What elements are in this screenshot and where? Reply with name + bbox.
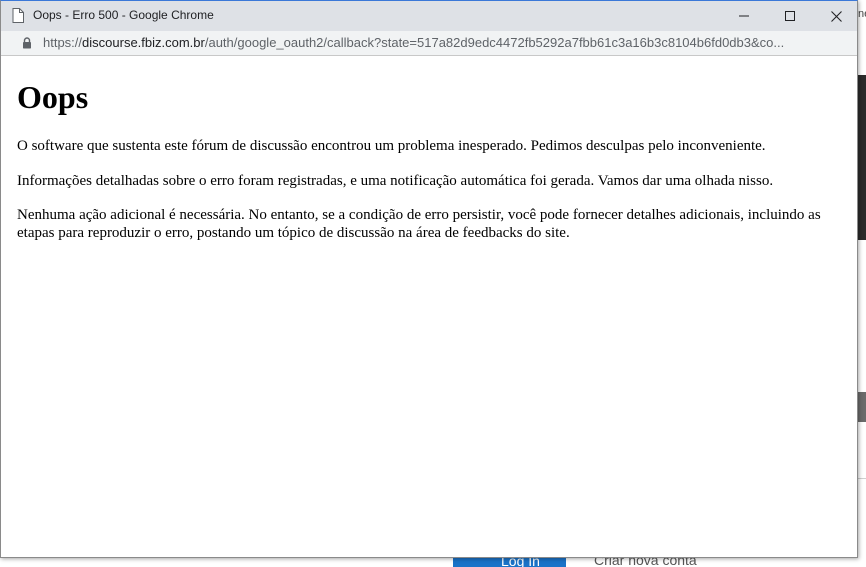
background-signup-link[interactable]: Criar nova conta bbox=[594, 557, 697, 567]
background-corner-text: ne bbox=[858, 8, 866, 20]
page-title: Oops bbox=[17, 79, 89, 115]
background-gray-block bbox=[858, 392, 866, 422]
error-paragraph-2: Informações detalhadas sobre o erro fora… bbox=[17, 173, 774, 189]
error-paragraph-3: Nenhuma ação adicional é necessária. No … bbox=[17, 207, 821, 241]
title-bar[interactable]: Oops - Erro 500 - Google Chrome bbox=[1, 1, 857, 31]
background-dark-bar bbox=[858, 75, 866, 240]
popup-window: Oops - Erro 500 - Google Chrome https://… bbox=[0, 0, 858, 558]
lock-icon bbox=[23, 37, 31, 49]
close-button[interactable] bbox=[813, 1, 859, 31]
url-host: discourse.fbiz.com.br bbox=[82, 35, 205, 50]
maximize-button[interactable] bbox=[767, 1, 813, 31]
url-scheme: https:// bbox=[43, 35, 83, 50]
address-bar[interactable]: https://discourse.fbiz.com.br/auth/googl… bbox=[1, 31, 857, 56]
error-paragraph-1: O software que sustenta este fórum de di… bbox=[17, 138, 766, 154]
minimize-button[interactable] bbox=[721, 1, 767, 31]
background-login-button[interactable]: Log In bbox=[453, 558, 566, 567]
close-icon bbox=[830, 10, 842, 22]
url-path: /auth/google_oauth2/callback?state=517a8… bbox=[204, 35, 785, 50]
page-content: Oops O software que sustenta este fórum … bbox=[1, 56, 857, 557]
window-title: Oops - Erro 500 - Google Chrome bbox=[33, 8, 214, 22]
url-text[interactable]: https://discourse.fbiz.com.br/auth/googl… bbox=[43, 35, 843, 50]
minimize-icon bbox=[739, 15, 749, 17]
background-divider bbox=[858, 478, 866, 479]
maximize-icon bbox=[785, 11, 795, 21]
page-icon bbox=[12, 8, 24, 23]
